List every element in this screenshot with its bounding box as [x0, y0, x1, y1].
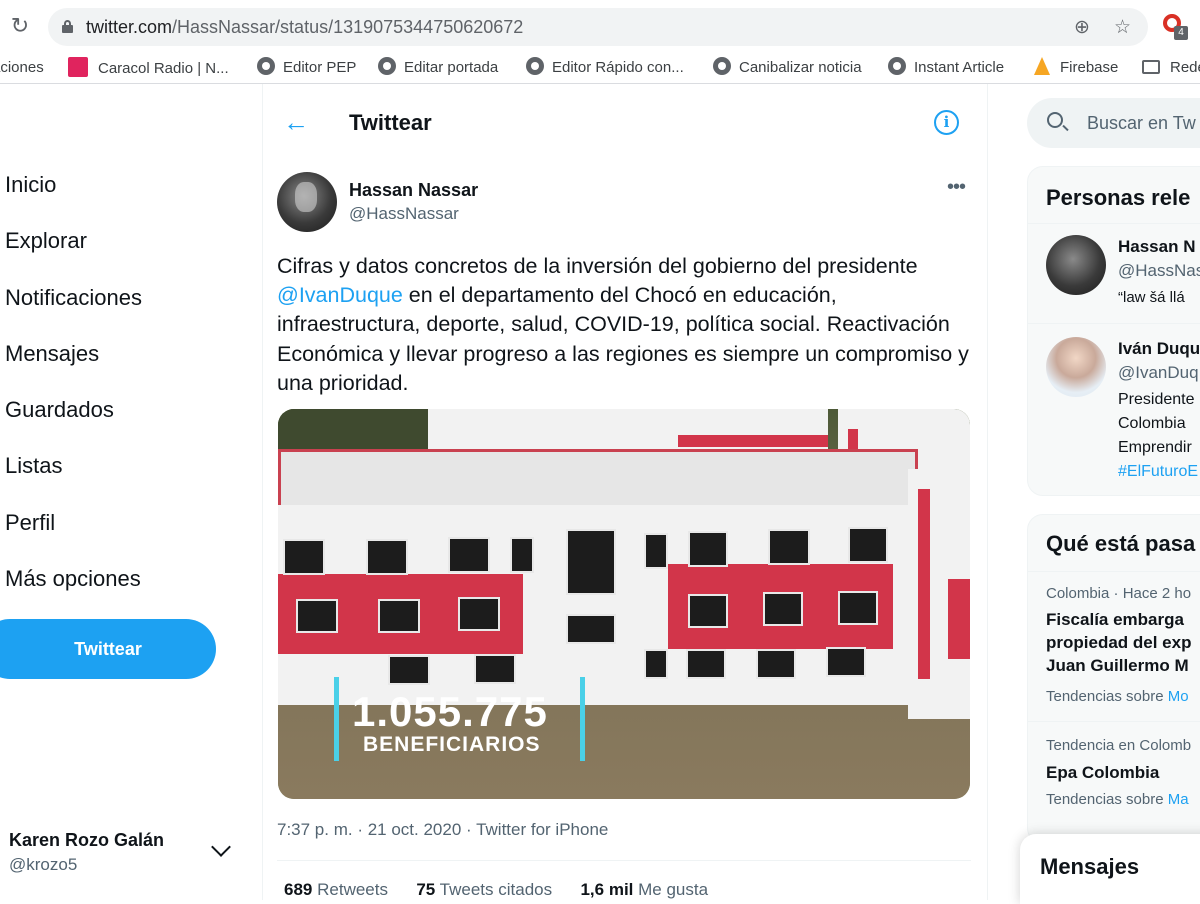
nav-more-options[interactable]: Más opciones — [5, 566, 141, 592]
account-name[interactable]: Karen Rozo Galán — [9, 830, 164, 851]
bookmark-item[interactable]: Instant Article — [888, 57, 1004, 79]
back-arrow-icon[interactable]: ← — [283, 107, 309, 138]
trends-panel: Qué está pasa Colombia · Hace 2 ho Fisca… — [1027, 514, 1200, 844]
person-name[interactable]: Hassan N — [1118, 237, 1195, 257]
trend-title[interactable]: Juan Guillermo M — [1046, 654, 1189, 677]
person-handle[interactable]: @IvanDuq — [1118, 363, 1199, 383]
trend-title[interactable]: Fiscalía embarga — [1046, 608, 1184, 631]
search-box[interactable]: Buscar en Tw — [1027, 98, 1200, 148]
messages-title: Mensajes — [1040, 854, 1140, 879]
address-bar[interactable]: twitter.com/HassNassar/status/1319075344… — [48, 8, 1148, 46]
person-bio: Emprendir — [1118, 439, 1192, 456]
bookmark-item[interactable]: Caracol Radio | N... — [68, 57, 229, 79]
bookmarks-bar: aciones Caracol Radio | N... Editor PEP … — [0, 52, 1200, 84]
author-handle[interactable]: @HassNassar — [349, 204, 459, 224]
globe-icon — [526, 57, 544, 75]
avatar[interactable] — [1046, 337, 1106, 397]
trend-footer: Tendencias sobre Mo — [1046, 688, 1189, 705]
retweets-stat[interactable]: 689 Retweets — [284, 880, 388, 899]
mention-link[interactable]: @IvanDuque — [277, 283, 403, 307]
nav-explore[interactable]: Explorar — [5, 228, 87, 254]
search-icon — [1047, 112, 1063, 128]
bookmark-star-icon[interactable]: ☆ — [1114, 16, 1131, 39]
panel-title: Personas rele — [1046, 185, 1191, 210]
bookmark-item[interactable]: Rede — [1142, 57, 1200, 79]
nav-lists[interactable]: Listas — [5, 453, 62, 479]
bookmark-item[interactable]: Firebase — [1034, 57, 1118, 79]
trend-footer-link[interactable]: Mo — [1168, 688, 1189, 705]
bookmark-item[interactable]: aciones — [0, 57, 44, 79]
url-text[interactable]: twitter.com/HassNassar/status/1319075344… — [86, 17, 523, 38]
overlay-bar-left — [334, 677, 339, 761]
messages-drawer[interactable]: Mensajes — [1020, 834, 1200, 904]
trend-meta: Colombia · Hace 2 ho — [1046, 585, 1192, 602]
folder-icon — [1142, 60, 1160, 74]
page-title: Twittear — [349, 110, 432, 135]
compose-tweet-button[interactable]: Twittear — [0, 619, 216, 679]
reload-icon[interactable]: ↻ — [8, 14, 32, 38]
lock-icon[interactable] — [62, 20, 73, 33]
tweet-stats: 689 Retweets 75 Tweets citados 1,6 mil M… — [284, 880, 708, 900]
author-avatar[interactable] — [277, 172, 337, 232]
trend-title[interactable]: Epa Colombia — [1046, 761, 1159, 784]
search-input[interactable]: Buscar en Tw — [1087, 113, 1196, 134]
account-handle[interactable]: @krozo5 — [9, 855, 77, 875]
extension-icon[interactable]: 4 — [1163, 14, 1188, 40]
nav-notifications[interactable]: Notificaciones — [5, 285, 142, 311]
trend-footer-link[interactable]: Ma — [1168, 791, 1189, 808]
avatar[interactable] — [1046, 235, 1106, 295]
relevant-people-panel: Personas rele Hassan N @HassNas “law šá … — [1027, 166, 1200, 496]
add-circle-icon[interactable]: ⊕ — [1074, 16, 1090, 39]
panel-title: Qué está pasa — [1046, 531, 1196, 556]
globe-icon — [378, 57, 396, 75]
overlay-bar-right — [580, 677, 585, 761]
globe-icon — [713, 57, 731, 75]
bookmark-item[interactable]: Canibalizar noticia — [713, 57, 862, 79]
trend-footer: Tendencias sobre Ma — [1046, 791, 1189, 808]
bookmark-item[interactable]: Editar portada — [378, 57, 498, 79]
nav-bookmarks[interactable]: Guardados — [5, 397, 114, 423]
person-name[interactable]: Iván Duqu — [1118, 339, 1200, 359]
nav-messages[interactable]: Mensajes — [5, 341, 99, 367]
person-bio: Colombia — [1118, 415, 1186, 432]
more-options-icon[interactable]: ••• — [947, 176, 966, 199]
tweet-timestamp[interactable]: 7:37 p. m. · 21 oct. 2020 · Twitter for … — [277, 820, 608, 840]
caracol-icon — [68, 57, 88, 77]
person-bio: “law šá llá — [1118, 289, 1185, 306]
bookmark-item[interactable]: Editor Rápido con... — [526, 57, 684, 79]
trend-meta: Tendencia en Colomb — [1046, 737, 1192, 754]
person-bio: Presidente — [1118, 391, 1195, 408]
globe-icon — [888, 57, 906, 75]
browser-toolbar: ↻ twitter.com/HassNassar/status/13190753… — [0, 0, 1200, 52]
globe-icon — [257, 57, 275, 75]
media-overlay-number: 1.055.775 — [352, 688, 548, 735]
chevron-down-icon[interactable] — [211, 837, 231, 857]
author-name[interactable]: Hassan Nassar — [349, 180, 478, 201]
hashtag-link[interactable]: #ElFuturoE — [1118, 463, 1198, 481]
firebase-icon — [1034, 57, 1050, 75]
nav-profile[interactable]: Perfil — [5, 510, 55, 536]
tweet-text: Cifras y datos concretos de la inversión… — [277, 254, 969, 395]
person-handle[interactable]: @HassNas — [1118, 261, 1200, 281]
info-icon[interactable]: i — [934, 110, 959, 135]
divider — [277, 860, 971, 861]
trend-title[interactable]: propiedad del exp — [1046, 631, 1191, 654]
nav-home[interactable]: Inicio — [5, 172, 56, 198]
quotes-stat[interactable]: 75 Tweets citados — [416, 880, 552, 899]
media-overlay-label: BENEFICIARIOS — [363, 733, 541, 756]
bookmark-item[interactable]: Editor PEP — [257, 57, 356, 79]
likes-stat[interactable]: 1,6 mil Me gusta — [580, 880, 708, 899]
